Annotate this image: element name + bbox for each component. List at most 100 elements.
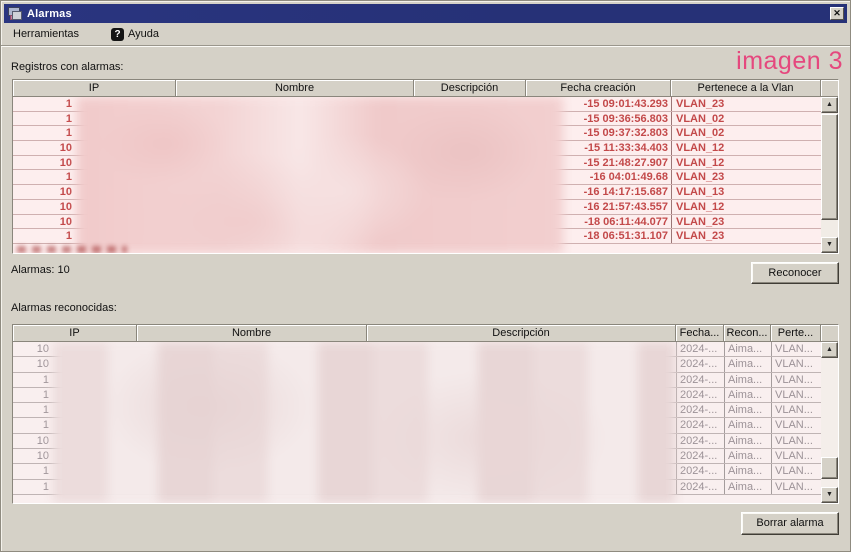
menu-ayuda[interactable]: ? Ayuda bbox=[108, 26, 162, 43]
pertenece-cell: VLAN... bbox=[771, 464, 821, 479]
col-header-descripcion2[interactable]: Descripción bbox=[367, 325, 676, 342]
alarms-section-label: Registros con alarmas: bbox=[11, 61, 124, 73]
scroll-up-icon[interactable]: ▲ bbox=[821, 342, 838, 358]
vlan-cell: VLAN_23 bbox=[671, 214, 821, 229]
reconocida-cell: Aima... bbox=[724, 418, 771, 433]
reconocida-cell: Aima... bbox=[724, 342, 771, 357]
alarms-table-body: 1 -15 09:01:43.293 VLAN_23 1 -15 09:36:5… bbox=[13, 97, 838, 253]
close-icon[interactable]: ✕ bbox=[830, 7, 844, 20]
borrar-alarma-button[interactable]: Borrar alarma bbox=[741, 512, 839, 535]
watermark-text: imagen 3 bbox=[736, 47, 843, 75]
ip-cell: 1 bbox=[42, 388, 49, 401]
fecha-cell: 2024-... bbox=[676, 464, 724, 479]
reconocida-cell: Aima... bbox=[724, 449, 771, 464]
ip-cell: 10 bbox=[59, 215, 72, 228]
scrollbar-thumb[interactable] bbox=[821, 457, 838, 479]
alarms-table: IP Nombre Descripción Fecha creación Per… bbox=[12, 79, 839, 254]
acknowledged-table-header: IP Nombre Descripción Fecha... Recon... … bbox=[13, 325, 838, 342]
ip-cell: 1 bbox=[65, 171, 72, 184]
ip-cell: 10 bbox=[59, 142, 72, 155]
col-header-ip2[interactable]: IP bbox=[13, 325, 137, 342]
scroll-down-icon[interactable]: ▼ bbox=[821, 237, 838, 253]
menubar: Herramientas ? Ayuda bbox=[5, 24, 846, 44]
menu-divider bbox=[1, 45, 850, 47]
fecha-cell: 2024-... bbox=[676, 357, 724, 372]
pertenece-cell: VLAN... bbox=[771, 449, 821, 464]
pertenece-cell: VLAN... bbox=[771, 342, 821, 357]
col-header-fecha2[interactable]: Fecha... bbox=[676, 325, 724, 342]
ip-cell: 10 bbox=[36, 450, 49, 463]
ip-cell: 1 bbox=[42, 373, 49, 386]
col-header-nombre[interactable]: Nombre bbox=[176, 80, 414, 97]
vlan-cell: VLAN_13 bbox=[671, 185, 821, 199]
scroll-down-icon[interactable]: ▼ bbox=[821, 487, 838, 503]
header-filler bbox=[821, 325, 838, 342]
ip-cell: 1 bbox=[65, 127, 72, 140]
fecha-cell: 2024-... bbox=[676, 433, 724, 449]
reconocida-cell: Aima... bbox=[724, 357, 771, 372]
vlan-cell: VLAN_02 bbox=[671, 111, 821, 126]
col-header-vlan[interactable]: Pertenece a la Vlan bbox=[671, 80, 821, 97]
header-filler bbox=[821, 80, 838, 97]
reconocida-cell: Aima... bbox=[724, 464, 771, 479]
window-title: Alarmas bbox=[27, 7, 72, 20]
fecha-cell: 2024-... bbox=[676, 372, 724, 387]
vlan-cell: VLAN_12 bbox=[671, 199, 821, 214]
vlan-cell: VLAN_23 bbox=[671, 229, 821, 243]
col-header-fecha[interactable]: Fecha creación bbox=[526, 80, 671, 97]
ip-cell: 10 bbox=[59, 200, 72, 213]
alarm-count-label: Alarmas: 10 bbox=[11, 264, 70, 276]
ip-cell: 1 bbox=[42, 480, 49, 493]
pertenece-cell: VLAN... bbox=[771, 387, 821, 403]
ip-cell: 1 bbox=[42, 465, 49, 478]
ip-cell: 10 bbox=[59, 156, 72, 169]
reconocer-button[interactable]: Reconocer bbox=[751, 262, 839, 284]
menu-herramientas-label: Herramientas bbox=[13, 28, 80, 40]
pertenece-cell: VLAN... bbox=[771, 357, 821, 372]
reconocida-cell: Aima... bbox=[724, 372, 771, 387]
ip-cell: 1 bbox=[42, 419, 49, 432]
ip-cell: 1 bbox=[65, 112, 72, 125]
menu-herramientas[interactable]: Herramientas bbox=[10, 26, 82, 42]
scrollbar-thumb[interactable] bbox=[821, 114, 838, 220]
ip-cell: 10 bbox=[36, 358, 49, 371]
scroll-up-icon[interactable]: ▲ bbox=[821, 97, 838, 113]
alarms-table-scrollbar[interactable]: ▲ ▼ bbox=[821, 97, 838, 253]
fecha-cell: 2024-... bbox=[676, 479, 724, 494]
acknowledged-section-label: Alarmas reconocidas: bbox=[11, 302, 117, 314]
titlebar: Alarmas ✕ bbox=[4, 4, 847, 23]
reconocida-cell: Aima... bbox=[724, 433, 771, 449]
vlan-cell: VLAN_23 bbox=[671, 170, 821, 185]
vlan-cell: VLAN_23 bbox=[671, 97, 821, 111]
reconocida-cell: Aima... bbox=[724, 403, 771, 418]
fecha-cell: 2024-... bbox=[676, 387, 724, 403]
redacted-blur bbox=[17, 246, 127, 253]
col-header-ip[interactable]: IP bbox=[13, 80, 176, 97]
col-header-recon2[interactable]: Recon... bbox=[724, 325, 771, 342]
fecha-cell: 2024-... bbox=[676, 403, 724, 418]
acknowledged-table: IP Nombre Descripción Fecha... Recon... … bbox=[12, 324, 839, 504]
menu-ayuda-label: Ayuda bbox=[128, 28, 160, 40]
pertenece-cell: VLAN... bbox=[771, 479, 821, 494]
vlan-cell: VLAN_12 bbox=[671, 155, 821, 170]
redacted-blur bbox=[53, 342, 675, 503]
acknowledged-table-scrollbar[interactable]: ▲ ▼ bbox=[821, 342, 838, 503]
ip-cell: 10 bbox=[36, 343, 49, 355]
fecha-cell: 2024-... bbox=[676, 449, 724, 464]
col-header-perte2[interactable]: Perte... bbox=[771, 325, 821, 342]
help-icon: ? bbox=[111, 27, 125, 41]
fecha-cell: 2024-... bbox=[676, 342, 724, 357]
vlan-cell: VLAN_12 bbox=[671, 141, 821, 155]
pertenece-cell: VLAN... bbox=[771, 403, 821, 418]
col-header-nombre2[interactable]: Nombre bbox=[137, 325, 367, 342]
ip-cell: 10 bbox=[36, 434, 49, 447]
ip-cell: 1 bbox=[42, 404, 49, 417]
pertenece-cell: VLAN... bbox=[771, 433, 821, 449]
col-header-descripcion[interactable]: Descripción bbox=[414, 80, 526, 97]
ip-cell: 10 bbox=[59, 186, 72, 199]
reconocida-cell: Aima... bbox=[724, 479, 771, 494]
ip-cell: 1 bbox=[65, 230, 72, 243]
alarms-table-header: IP Nombre Descripción Fecha creación Per… bbox=[13, 80, 838, 97]
fecha-cell: 2024-... bbox=[676, 418, 724, 433]
app-icon bbox=[7, 6, 23, 21]
